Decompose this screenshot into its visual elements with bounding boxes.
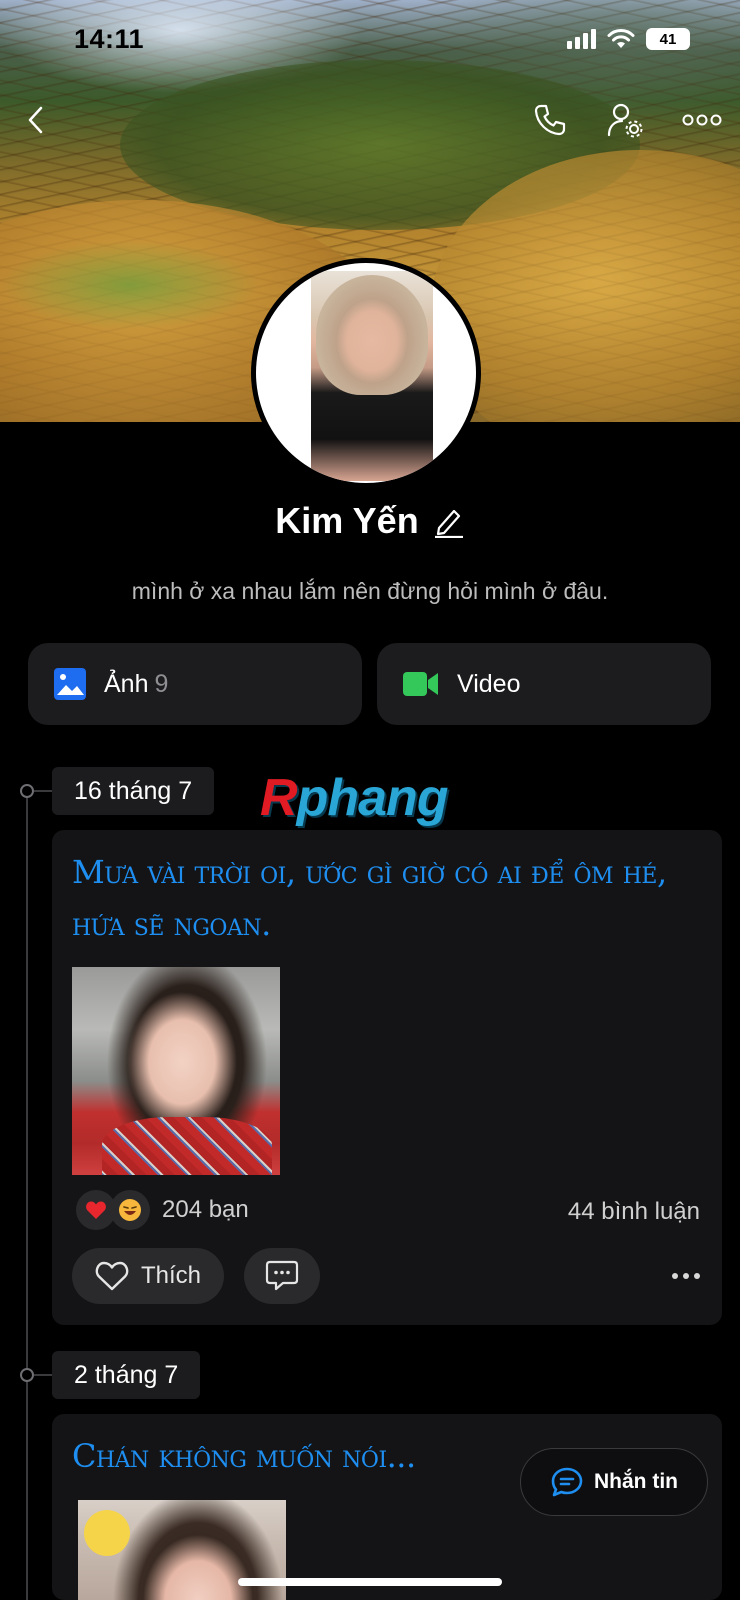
more-horizontal-icon	[682, 114, 722, 126]
watermark-logo: Rphang	[260, 769, 449, 827]
signal-icon	[567, 29, 596, 49]
profile-settings-button[interactable]	[604, 98, 648, 142]
like-button[interactable]: Thích	[72, 1248, 224, 1304]
avatar[interactable]	[251, 258, 481, 488]
profile-name-row: Kim Yến	[0, 500, 740, 542]
comment-count[interactable]: 44 bình luận	[568, 1198, 700, 1226]
message-button[interactable]: Nhắn tin	[520, 1448, 708, 1516]
photo-icon	[54, 668, 86, 700]
battery-indicator: 41	[646, 28, 690, 50]
phone-icon	[534, 104, 566, 136]
timeline-dot	[20, 1368, 34, 1382]
home-indicator[interactable]	[238, 1578, 502, 1586]
timeline-dot	[20, 784, 34, 798]
user-settings-icon	[607, 103, 643, 138]
profile-name: Kim Yến	[275, 500, 419, 541]
chevron-left-icon	[28, 106, 43, 134]
back-button[interactable]	[14, 98, 58, 142]
post-more-button[interactable]	[672, 1273, 700, 1279]
post-date-chip: 16 tháng 7	[52, 767, 215, 815]
photos-count: 9	[154, 669, 169, 698]
videos-button[interactable]: Video	[377, 643, 711, 725]
heart-outline-icon	[95, 1261, 129, 1291]
more-options-button[interactable]	[680, 98, 724, 142]
timeline-line	[26, 790, 28, 1600]
like-label: Thích	[140, 1262, 202, 1289]
wifi-icon	[607, 29, 635, 48]
message-label: Nhắn tin	[594, 1470, 678, 1493]
post-date-chip: 2 tháng 7	[52, 1351, 201, 1399]
videos-label: Video	[457, 669, 521, 698]
photos-button[interactable]: Ảnh 9	[28, 643, 362, 725]
edit-pencil-icon[interactable]	[433, 504, 465, 538]
post-photo[interactable]	[72, 967, 280, 1175]
status-icons: 41	[567, 28, 690, 50]
chat-bubble-icon	[551, 1467, 583, 1497]
status-time: 14:11	[74, 24, 145, 54]
reaction-count: 204 bạn	[162, 1196, 249, 1223]
post-text: Mưa vài trời oi, ước gì giờ có ai để ôm …	[72, 853, 667, 943]
reactions-summary[interactable]: 204 bạn	[76, 1190, 249, 1230]
call-button[interactable]	[528, 98, 572, 142]
pikachu-plush	[84, 1510, 130, 1556]
comment-bubble-icon	[265, 1260, 299, 1291]
photos-label: Ảnh 9	[104, 669, 169, 698]
laugh-reaction-icon	[110, 1190, 150, 1230]
comment-button[interactable]	[244, 1248, 320, 1304]
profile-bio: mình ở xa nhau lắm nên đừng hỏi mình ở đ…	[131, 578, 609, 604]
post-card[interactable]: Mưa vài trời oi, ước gì giờ có ai để ôm …	[52, 830, 722, 1325]
video-camera-icon	[403, 672, 438, 696]
